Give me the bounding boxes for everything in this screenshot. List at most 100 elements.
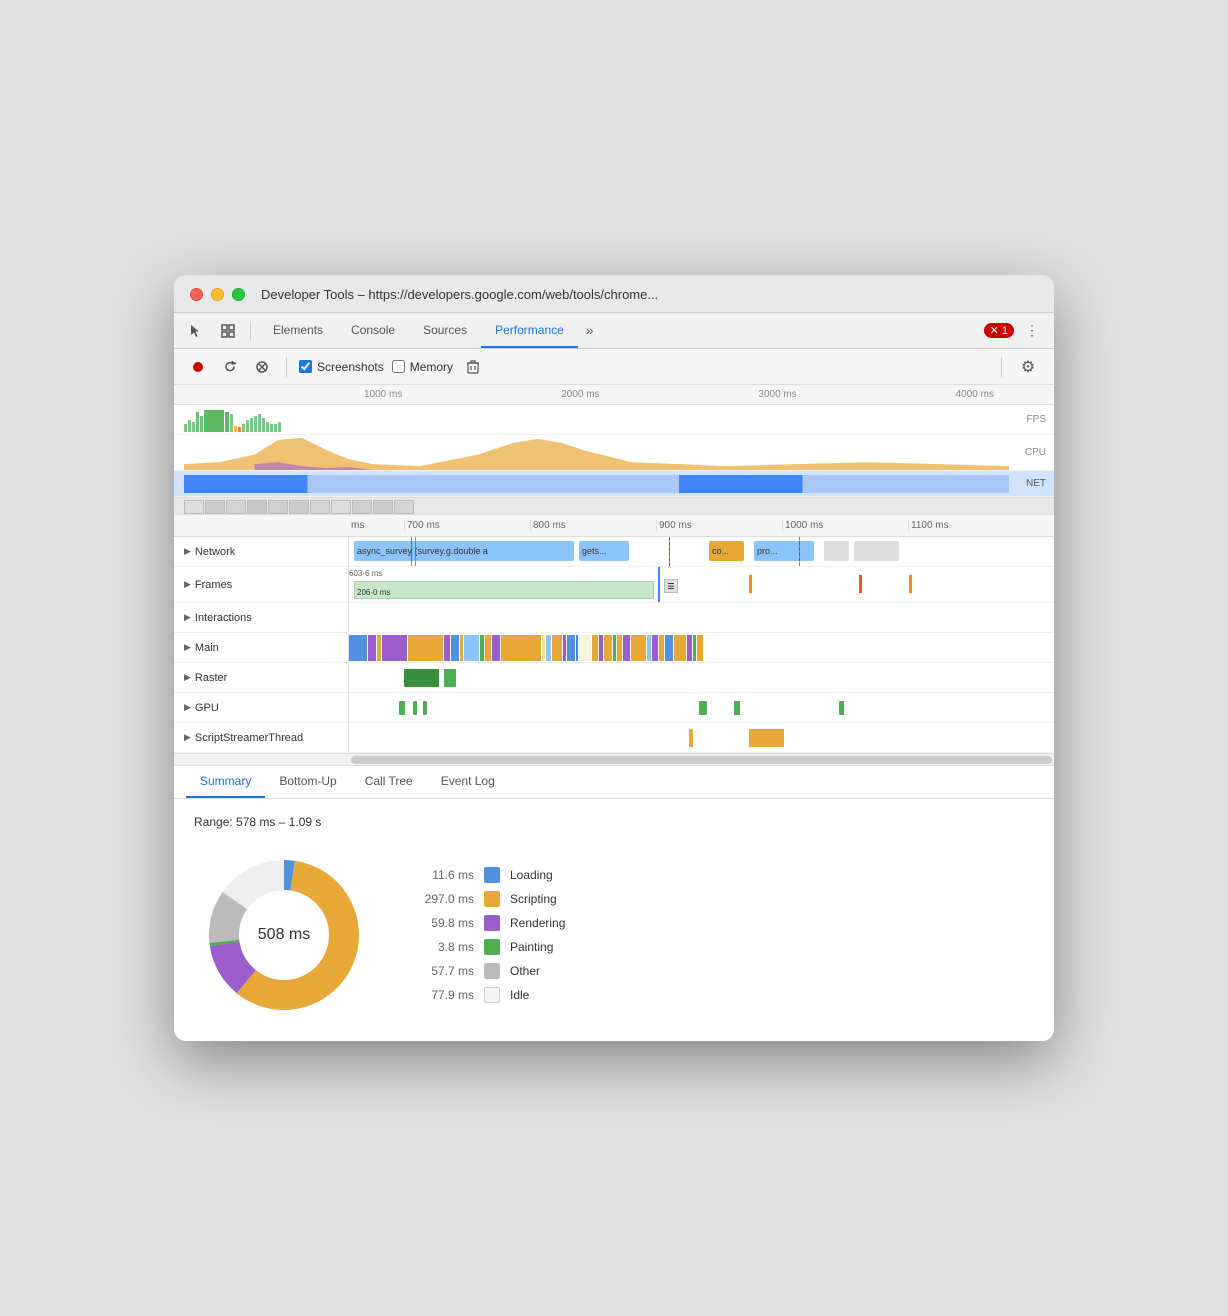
main-row-label[interactable]: ▶ Main — [174, 633, 349, 662]
toolbar-right: ✕ 1 ⋮ — [984, 317, 1046, 345]
main-collapse-icon[interactable]: ▶ — [184, 642, 191, 653]
net-bar-co[interactable]: co... — [709, 541, 744, 561]
tab-sources[interactable]: Sources — [409, 313, 481, 348]
legend-loading: 11.6 ms Loading — [414, 867, 565, 883]
tab-calltree[interactable]: Call Tree — [351, 766, 427, 798]
legend-idle: 77.9 ms Idle — [414, 987, 565, 1003]
interactions-collapse-icon[interactable]: ▶ — [184, 612, 191, 623]
network-collapse-icon[interactable]: ▶ — [184, 546, 191, 557]
frames-row-label[interactable]: ▶ Frames — [174, 567, 349, 602]
legend-rendering-label: Rendering — [510, 916, 565, 930]
frame-marker-orange1 — [749, 575, 752, 593]
frame-marker-red — [859, 575, 862, 593]
devtools-window: Developer Tools – https://developers.goo… — [174, 275, 1054, 1041]
screenshots-checkbox[interactable] — [299, 360, 312, 373]
raster-row-label[interactable]: ▶ Raster — [174, 663, 349, 692]
legend-loading-swatch — [484, 867, 500, 883]
tab-elements[interactable]: Elements — [259, 313, 337, 348]
ruler-marks: 1000 ms 2000 ms 3000 ms 4000 ms — [184, 389, 1044, 400]
gpu-row-label[interactable]: ▶ GPU — [174, 693, 349, 722]
screenshots-checkbox-label[interactable]: Screenshots — [299, 360, 384, 374]
network-row-content: async_survey (survey.g.double a gets... … — [349, 537, 1054, 566]
settings-button[interactable]: ⚙ — [1014, 353, 1042, 381]
trash-icon[interactable] — [461, 355, 485, 379]
net-bar-pro[interactable]: pro... — [754, 541, 814, 561]
gpu-collapse-icon[interactable]: ▶ — [184, 702, 191, 713]
ruler-tick-700: 700 ms — [404, 520, 530, 531]
reload-record-button[interactable] — [218, 355, 242, 379]
interactions-row-content — [349, 603, 1054, 632]
tab-console[interactable]: Console — [337, 313, 409, 348]
cursor-icon[interactable] — [182, 317, 210, 345]
ruler-mark-1000: 1000 ms — [364, 389, 402, 400]
flamechart-scrollbar[interactable] — [174, 753, 1054, 765]
tab-performance[interactable]: Performance — [481, 313, 578, 348]
net-bar-gray1[interactable] — [824, 541, 849, 561]
cpu-label: CPU — [1025, 447, 1046, 458]
gpu-block-3 — [423, 701, 427, 715]
clear-button[interactable] — [250, 355, 274, 379]
frame-marker-blue — [658, 567, 660, 602]
legend-other: 57.7 ms Other — [414, 963, 565, 979]
ruler-tick-ms: ms — [349, 520, 404, 531]
perf-divider-1 — [286, 357, 287, 377]
memory-checkbox-label[interactable]: Memory — [392, 360, 453, 374]
gpu-block-1 — [399, 701, 405, 715]
raster-collapse-icon[interactable]: ▶ — [184, 672, 191, 683]
net-label: NET — [1026, 478, 1046, 489]
titlebar: Developer Tools – https://developers.goo… — [174, 275, 1054, 313]
summary-panel: Summary Bottom-Up Call Tree Event Log Ra… — [174, 766, 1054, 1041]
frame-block-1[interactable]: 206·0 ms — [354, 581, 654, 599]
net-bar-async-survey[interactable]: async_survey (survey.g.double a — [354, 541, 574, 561]
donut-total-label: 508 ms — [258, 926, 310, 944]
network-row-label[interactable]: ▶ Network — [174, 537, 349, 566]
gpu-block-2 — [413, 701, 417, 715]
more-options-icon[interactable]: ⋮ — [1018, 317, 1046, 345]
scrollbar-thumb[interactable] — [351, 756, 1052, 764]
legend-other-label: Other — [510, 964, 540, 978]
flamechart[interactable]: ms 700 ms 800 ms 900 ms 1000 ms 1100 ms … — [174, 515, 1054, 766]
close-button[interactable] — [190, 288, 203, 301]
tab-more[interactable]: » — [578, 313, 602, 348]
sst-block-1 — [689, 729, 693, 747]
ruler-tick-800: 800 ms — [530, 520, 656, 531]
maximize-button[interactable] — [232, 288, 245, 301]
error-badge: ✕ 1 — [984, 323, 1014, 338]
net-bar-gets[interactable]: gets... — [579, 541, 629, 561]
scriptstreamer-row-content — [349, 723, 1054, 752]
toolbar-divider — [250, 321, 251, 341]
network-row: ▶ Network async_survey (survey.g.double … — [174, 537, 1054, 567]
inspect-icon[interactable] — [214, 317, 242, 345]
tab-eventlog[interactable]: Event Log — [427, 766, 509, 798]
ruler-tick-1000: 1000 ms — [782, 520, 908, 531]
legend-loading-label: Loading — [510, 868, 553, 882]
scriptstreamer-collapse-icon[interactable]: ▶ — [184, 732, 191, 743]
timeline-overview[interactable]: 1000 ms 2000 ms 3000 ms 4000 ms FPS — [174, 385, 1054, 515]
tab-bar: Elements Console Sources Performance » — [259, 313, 980, 348]
tab-bottomup[interactable]: Bottom-Up — [265, 766, 350, 798]
net-bar-gray2[interactable] — [854, 541, 899, 561]
interactions-row-label[interactable]: ▶ Interactions — [174, 603, 349, 632]
window-title: Developer Tools – https://developers.goo… — [261, 287, 1038, 302]
frames-row: ▶ Frames 603·6 ms 206·0 ms — [174, 567, 1054, 603]
gpu-block-5 — [734, 701, 740, 715]
sst-block-2 — [749, 729, 784, 747]
record-button[interactable] — [186, 355, 210, 379]
main-bars — [349, 635, 1054, 661]
legend-painting: 3.8 ms Painting — [414, 939, 565, 955]
scriptstreamer-row-label[interactable]: ▶ ScriptStreamerThread — [174, 723, 349, 752]
donut-chart: 508 ms — [194, 845, 374, 1025]
memory-checkbox[interactable] — [392, 360, 405, 373]
legend-idle-time: 77.9 ms — [414, 988, 474, 1002]
frame-icon: ☰ — [664, 579, 678, 593]
minimize-button[interactable] — [211, 288, 224, 301]
traffic-lights — [190, 288, 245, 301]
tab-summary[interactable]: Summary — [186, 766, 265, 798]
cpu-row: CPU — [174, 435, 1054, 471]
gpu-row-content — [349, 693, 1054, 722]
ruler-mark-2000: 2000 ms — [561, 389, 599, 400]
legend-rendering: 59.8 ms Rendering — [414, 915, 565, 931]
perf-toolbar: Screenshots Memory ⚙ — [174, 349, 1054, 385]
legend-scripting: 297.0 ms Scripting — [414, 891, 565, 907]
frames-collapse-icon[interactable]: ▶ — [184, 579, 191, 590]
